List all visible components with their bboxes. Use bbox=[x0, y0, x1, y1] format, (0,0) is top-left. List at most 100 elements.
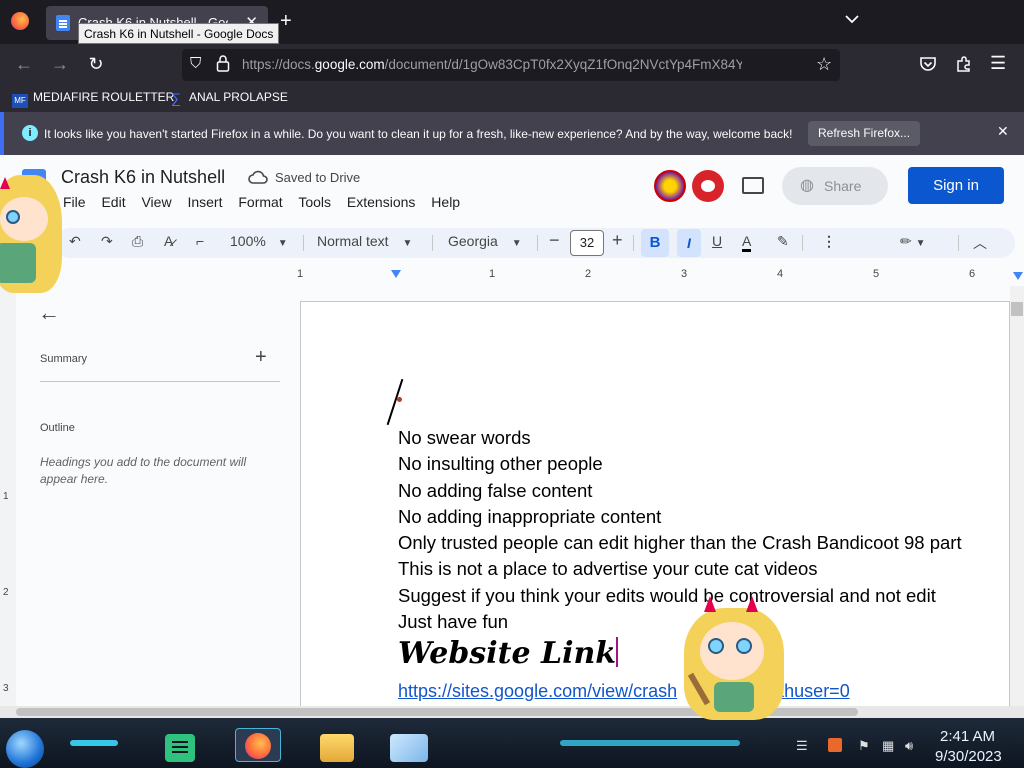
url-bar[interactable]: ⛉ https://docs.google.com/document/d/1gO… bbox=[182, 49, 840, 81]
hamburger-menu-icon[interactable]: ☰ bbox=[990, 53, 1006, 74]
horizontal-ruler: 1 1 2 3 4 5 6 bbox=[0, 268, 1024, 286]
save-status-text: Saved to Drive bbox=[275, 170, 361, 185]
collaborator-avatar[interactable] bbox=[654, 170, 686, 202]
taskbar-firefox[interactable] bbox=[235, 728, 281, 762]
comment-history-icon[interactable] bbox=[742, 177, 764, 194]
taskbar-decoration bbox=[70, 740, 118, 746]
bookmark-second[interactable]: ∑ ANAL PROLAPSE bbox=[168, 90, 288, 105]
pocket-icon[interactable] bbox=[919, 55, 937, 78]
outline-label: Outline bbox=[40, 422, 75, 434]
clock-date[interactable]: 9/30/2023 bbox=[935, 748, 1002, 765]
back-arrow-icon[interactable]: ← bbox=[12, 54, 36, 75]
text-caret bbox=[616, 637, 619, 667]
save-status[interactable]: Saved to Drive bbox=[248, 170, 361, 185]
clock-time[interactable]: 2:41 AM bbox=[940, 728, 995, 745]
document-title[interactable]: Crash K6 in Nutshell bbox=[61, 167, 225, 188]
menu-tools[interactable]: Tools bbox=[298, 194, 331, 210]
bookmark-label: MEDIAFIRE ROULETTER bbox=[33, 90, 175, 104]
menu-insert[interactable]: Insert bbox=[187, 194, 222, 210]
scrollbar-thumb[interactable] bbox=[1011, 302, 1023, 316]
desktop-mascot-top-left[interactable] bbox=[0, 175, 62, 295]
bold-button[interactable]: B bbox=[641, 229, 669, 257]
paint-format-icon[interactable]: ⌐ bbox=[196, 233, 204, 249]
highlight-color-icon[interactable]: ✎ bbox=[777, 233, 789, 250]
taskbar-file-explorer[interactable] bbox=[320, 734, 354, 762]
tray-overflow-icon[interactable]: ☰ bbox=[796, 738, 808, 754]
decrease-font-size-icon[interactable]: − bbox=[549, 230, 560, 251]
style-select[interactable]: Normal text ▼ bbox=[317, 233, 412, 249]
notification-message: It looks like you haven't started Firefo… bbox=[44, 127, 793, 141]
zoom-select[interactable]: 100% ▼ bbox=[230, 233, 288, 249]
collaborator-avatar[interactable] bbox=[692, 170, 724, 202]
undo-icon[interactable]: ↶ bbox=[69, 233, 81, 250]
extensions-icon[interactable] bbox=[955, 55, 973, 78]
tray-app-icon[interactable] bbox=[828, 738, 842, 752]
start-button[interactable] bbox=[6, 730, 44, 768]
add-summary-button[interactable]: + bbox=[255, 346, 267, 369]
firefox-icon[interactable] bbox=[11, 12, 29, 30]
link-text: https://sites.google.com/view/crash bbox=[398, 681, 678, 701]
close-notification-icon[interactable]: ✕ bbox=[997, 123, 1009, 140]
chevron-down-icon: ▼ bbox=[402, 238, 413, 249]
google-docs-icon bbox=[56, 15, 70, 31]
url-path: /document/d/1gOw83CpT0fx2XyqZ1fOnq2NVctY… bbox=[384, 57, 742, 72]
menu-format[interactable]: Format bbox=[238, 194, 282, 210]
navigation-bar: ← → ↻ ⛉ https://docs.google.com/document… bbox=[0, 44, 1024, 86]
volume-icon[interactable]: 🔊︎ bbox=[905, 738, 913, 754]
shield-icon[interactable]: ⛉ bbox=[190, 55, 201, 72]
refresh-firefox-button[interactable]: Refresh Firefox... bbox=[808, 121, 921, 146]
menu-view[interactable]: View bbox=[141, 194, 171, 210]
new-tab-button[interactable]: + bbox=[280, 10, 292, 33]
right-indent-marker-icon[interactable] bbox=[1013, 272, 1023, 280]
website-link-heading[interactable]: Website Link bbox=[398, 636, 619, 671]
toolbar-divider bbox=[303, 235, 304, 251]
taskbar: ☰ ⚑ ▦ 🔊︎ 2:41 AM 9/30/2023 bbox=[0, 718, 1024, 768]
list-all-tabs-button[interactable] bbox=[845, 12, 859, 27]
indent-marker-icon[interactable] bbox=[391, 270, 401, 278]
url-text[interactable]: https://docs.google.com/document/d/1gOw8… bbox=[242, 57, 742, 72]
desktop-mascot-bottom[interactable] bbox=[684, 596, 784, 721]
share-button[interactable]: ◍ Share bbox=[782, 167, 888, 205]
redo-icon[interactable]: ↷ bbox=[101, 233, 113, 250]
outline-divider bbox=[40, 381, 280, 382]
url-prefix: https://docs. bbox=[242, 57, 315, 72]
print-icon[interactable]: ⎙ bbox=[132, 233, 143, 250]
increase-font-size-icon[interactable]: + bbox=[612, 230, 623, 251]
rule-line: No adding inappropriate content bbox=[398, 505, 662, 527]
rule-line: This is not a place to advertise your cu… bbox=[398, 558, 818, 580]
rule-line: No adding false content bbox=[398, 479, 593, 501]
network-icon[interactable]: ▦ bbox=[882, 738, 894, 754]
lock-icon[interactable] bbox=[216, 54, 230, 77]
text-color-button[interactable]: A bbox=[742, 233, 752, 252]
action-center-flag-icon[interactable]: ⚑ bbox=[858, 738, 870, 754]
ruler-number: 3 bbox=[3, 683, 9, 694]
editing-mode-icon[interactable]: ✏ ▼ bbox=[900, 233, 926, 250]
close-outline-arrow-icon[interactable]: ← bbox=[38, 300, 60, 326]
vertical-scrollbar[interactable] bbox=[1010, 286, 1024, 706]
menu-edit[interactable]: Edit bbox=[101, 194, 125, 210]
bookmark-mediafire[interactable]: MF MEDIAFIRE ROULETTER bbox=[12, 90, 174, 108]
zoom-value: 100% bbox=[230, 233, 266, 249]
menu-extensions[interactable]: Extensions bbox=[347, 194, 415, 210]
toolbar-divider bbox=[958, 235, 959, 251]
italic-button[interactable]: I bbox=[677, 229, 701, 257]
menu-file[interactable]: File bbox=[63, 194, 86, 210]
document-body[interactable]: No swear words No insulting other people… bbox=[398, 425, 962, 635]
font-select[interactable]: Georgia ▼ bbox=[448, 233, 522, 249]
bookmarks-toolbar: MF MEDIAFIRE ROULETTER ∑ ANAL PROLAPSE bbox=[0, 86, 1024, 110]
taskbar-app-green[interactable] bbox=[165, 734, 195, 762]
reload-icon[interactable]: ↻ bbox=[84, 54, 108, 75]
menu-help[interactable]: Help bbox=[431, 194, 460, 210]
font-size-input[interactable]: 32 bbox=[570, 230, 604, 256]
spellcheck-icon[interactable]: A̷ bbox=[164, 233, 173, 249]
more-options-icon[interactable]: ⋮ bbox=[822, 233, 836, 250]
horizontal-scrollbar[interactable] bbox=[0, 706, 1024, 718]
hide-menus-chevron-up-icon[interactable]: ︿ bbox=[973, 233, 987, 253]
underline-button[interactable]: U bbox=[712, 233, 722, 249]
bookmark-star-icon[interactable]: ☆ bbox=[816, 54, 832, 75]
document-page[interactable]: No swear words No insulting other people… bbox=[300, 301, 1010, 715]
sign-in-button[interactable]: Sign in bbox=[908, 167, 1004, 204]
rule-line: Just have fun bbox=[398, 611, 509, 633]
forward-arrow-icon[interactable]: → bbox=[48, 54, 72, 75]
taskbar-app[interactable] bbox=[390, 734, 428, 762]
